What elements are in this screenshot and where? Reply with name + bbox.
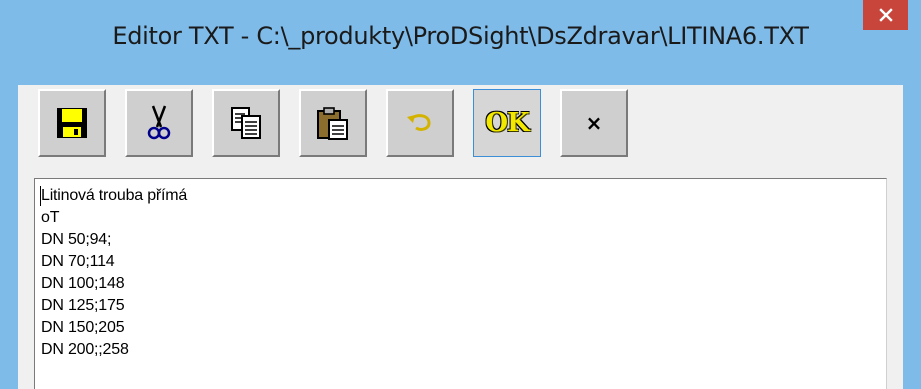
floppy-disk-icon [54, 105, 90, 141]
editor-line: DN 150;205 [41, 319, 125, 336]
ok-button[interactable]: OK [473, 89, 541, 157]
close-button[interactable] [863, 0, 908, 30]
undo-button[interactable] [386, 89, 454, 157]
close-icon [878, 8, 893, 22]
ok-label: OK [485, 108, 529, 138]
editor-line: DN 70;114 [41, 253, 115, 270]
copy-icon [228, 105, 264, 141]
editor-lines: Litinová trouba přímá oT DN 50;94; DN 70… [41, 185, 187, 361]
toolbar: OK × [18, 85, 903, 175]
title-bar[interactable]: Editor TXT - C:\_produkty\ProDSight\DsZd… [0, 0, 921, 86]
window-title: Editor TXT - C:\_produkty\ProDSight\DsZd… [112, 22, 809, 50]
editor-line: Litinová trouba přímá [41, 187, 188, 204]
editor-line: DN 200;;258 [41, 341, 129, 358]
scissors-icon [144, 103, 174, 143]
cut-button[interactable] [125, 89, 193, 157]
cancel-button[interactable]: × [560, 89, 628, 157]
undo-arrow-icon [405, 111, 435, 135]
editor-line: DN 100;148 [41, 275, 125, 292]
editor-line: oT [41, 209, 60, 226]
editor-window: Editor TXT - C:\_produkty\ProDSight\DsZd… [0, 0, 921, 389]
editor-line: DN 125;175 [41, 297, 125, 314]
editor-line: DN 50;94; [41, 231, 112, 248]
cancel-label: × [585, 111, 603, 135]
client-area: OK × Litinová trouba přímá oT DN 50;94; … [18, 85, 903, 389]
save-button[interactable] [38, 89, 106, 157]
paste-button[interactable] [299, 89, 367, 157]
copy-button[interactable] [212, 89, 280, 157]
clipboard-paste-icon [315, 105, 351, 141]
text-editor-area[interactable]: Litinová trouba přímá oT DN 50;94; DN 70… [34, 178, 887, 389]
